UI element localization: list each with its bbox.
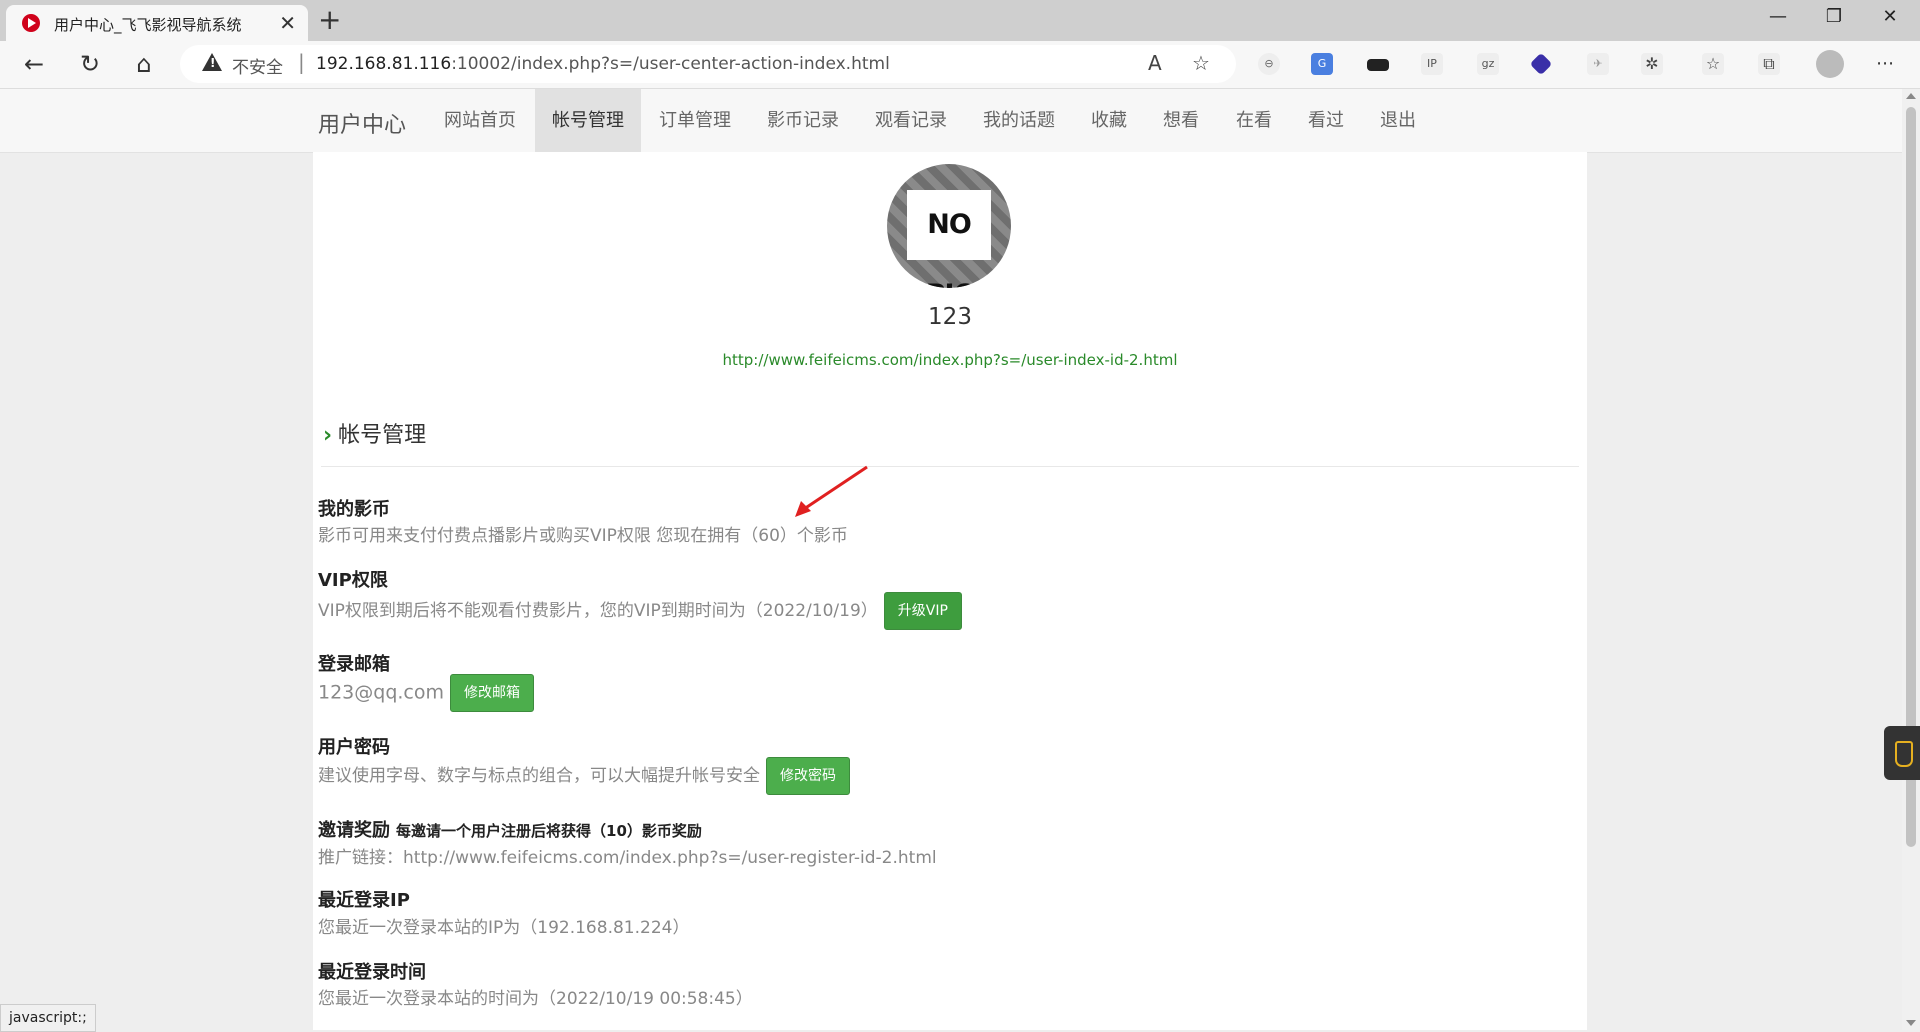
new-tab-button[interactable]: +	[318, 3, 341, 36]
vip-row: VIP权限到期后将不能观看付费影片，您的VIP到期时间为（2022/10/19）…	[318, 592, 962, 630]
nav-favorites[interactable]: 收藏	[1081, 89, 1137, 152]
change-email-button[interactable]: 修改邮箱	[450, 674, 535, 712]
email-row: 123@qq.com 修改邮箱	[318, 674, 535, 712]
last-time-title: 最近登录时间	[318, 962, 426, 983]
nav-home[interactable]: 网站首页	[430, 89, 530, 152]
translate-icon[interactable]: G	[1311, 53, 1333, 75]
site-favicon-icon	[22, 14, 40, 32]
profile-avatar-icon[interactable]	[1816, 50, 1844, 78]
upgrade-vip-button[interactable]: 升级VIP	[883, 592, 962, 630]
read-aloud-icon[interactable]: A	[1148, 51, 1162, 75]
section-divider	[321, 466, 1579, 467]
collections-icon[interactable]: ⧉	[1758, 53, 1780, 75]
browser-tab-strip: 用户中心_飞飞影视导航系统 ✕ + — ❐ ✕	[0, 0, 1920, 41]
site-brand[interactable]: 用户中心	[318, 107, 406, 139]
browser-toolbar: ← ↻ ⌂ 不安全 | 192.168.81.116:10002/index.p…	[0, 41, 1920, 89]
email-title: 登录邮箱	[318, 654, 390, 675]
url-text[interactable]: 192.168.81.116:10002/index.php?s=/user-c…	[316, 54, 890, 74]
nav-orders[interactable]: 订单管理	[645, 89, 745, 152]
reload-icon[interactable]: ↻	[72, 48, 108, 80]
username: 123	[928, 304, 972, 330]
password-description: 建议使用字母、数字与标点的组合，可以大幅提升帐号安全	[318, 766, 760, 786]
extensions-puzzle-icon[interactable]: ✲	[1641, 53, 1663, 75]
invite-title: 邀请奖励	[318, 820, 390, 841]
nav-coin-records[interactable]: 影币记录	[753, 89, 853, 152]
site-top-nav: 用户中心 网站首页 帐号管理 订单管理 影币记录 观看记录 我的话题 收藏 想看…	[0, 89, 1902, 153]
invite-subtitle: 每邀请一个用户注册后将获得（10）影币奖励	[396, 822, 702, 840]
last-time-description: 您最近一次登录本站的时间为（2022/10/19 00:58:45）	[318, 989, 753, 1009]
ip-lookup-icon[interactable]: IP	[1421, 53, 1443, 75]
user-avatar: NO PIC	[887, 164, 1011, 288]
side-floating-widget[interactable]	[1884, 726, 1920, 780]
restore-button[interactable]: ❐	[1814, 6, 1854, 27]
vip-description: VIP权限到期后将不能观看付费影片，您的VIP到期时间为（2022/10/19）	[318, 601, 878, 621]
nav-watch-history[interactable]: 观看记录	[861, 89, 961, 152]
email-value: 123@qq.com	[318, 681, 445, 704]
nav-watched[interactable]: 看过	[1298, 89, 1354, 152]
page-scrollbar[interactable]	[1902, 89, 1920, 1030]
user-home-link[interactable]: http://www.feifeicms.com/index.php?s=/us…	[313, 351, 1587, 369]
password-row: 建议使用字母、数字与标点的组合，可以大幅提升帐号安全 修改密码	[318, 757, 850, 795]
password-title: 用户密码	[318, 737, 390, 758]
address-bar[interactable]: 不安全 | 192.168.81.116:10002/index.php?s=/…	[180, 45, 1236, 83]
warning-icon	[202, 53, 222, 71]
extension-purple-icon[interactable]	[1529, 52, 1553, 76]
section-heading: › 帐号管理	[323, 423, 427, 448]
scroll-down-icon[interactable]	[1906, 1020, 1916, 1026]
gzip-icon[interactable]: gz	[1477, 53, 1499, 75]
back-arrow-icon[interactable]: ←	[16, 48, 52, 80]
chevron-right-icon: ›	[323, 423, 333, 448]
extension-block-icon[interactable]: ⊖	[1258, 53, 1280, 75]
avatar-placeholder-text: NO PIC	[907, 190, 991, 288]
nav-want-watch[interactable]: 想看	[1153, 89, 1209, 152]
annotation-arrow-icon	[795, 465, 868, 517]
change-password-button[interactable]: 修改密码	[766, 757, 850, 795]
nav-my-topics[interactable]: 我的话题	[969, 89, 1069, 152]
invite-link: 推广链接：http://www.feifeicms.com/index.php?…	[318, 848, 937, 868]
favorite-add-icon[interactable]: ☆	[1192, 51, 1210, 75]
nav-logout[interactable]: 退出	[1370, 89, 1426, 152]
favorites-icon[interactable]: ☆	[1702, 53, 1724, 75]
last-ip-title: 最近登录IP	[318, 890, 410, 911]
minimize-button[interactable]: —	[1758, 6, 1798, 27]
laptop-icon[interactable]	[1367, 59, 1389, 71]
last-ip-description: 您最近一次登录本站的IP为（192.168.81.224）	[318, 918, 690, 938]
coins-title: 我的影币	[318, 499, 390, 520]
status-bar: javascript:;	[0, 1004, 96, 1032]
extension-bird-icon[interactable]: ✈	[1587, 53, 1609, 75]
vip-title: VIP权限	[318, 570, 388, 591]
nav-account[interactable]: 帐号管理	[535, 89, 641, 152]
insecure-label: 不安全	[232, 58, 283, 78]
address-separator: |	[298, 50, 305, 74]
cup-icon	[1895, 741, 1913, 767]
more-menu-icon[interactable]: ⋯	[1874, 53, 1896, 75]
invite-title-row: 邀请奖励 每邀请一个用户注册后将获得（10）影币奖励	[318, 816, 702, 842]
home-icon[interactable]: ⌂	[126, 48, 162, 80]
nav-watching[interactable]: 在看	[1226, 89, 1282, 152]
scroll-up-icon[interactable]	[1906, 93, 1916, 99]
tab-title: 用户中心_飞飞影视导航系统	[54, 16, 242, 34]
tab-close-icon[interactable]: ✕	[279, 11, 296, 35]
page-viewport: 用户中心 网站首页 帐号管理 订单管理 影币记录 观看记录 我的话题 收藏 想看…	[0, 89, 1902, 1030]
browser-tab[interactable]: 用户中心_飞飞影视导航系统 ✕	[6, 5, 308, 41]
close-window-button[interactable]: ✕	[1870, 6, 1910, 27]
coins-description: 影币可用来支付付费点播影片或购买VIP权限 您现在拥有（60）个影币	[318, 526, 848, 546]
user-center-panel: NO PIC 123 http://www.feifeicms.com/inde…	[313, 152, 1587, 1030]
